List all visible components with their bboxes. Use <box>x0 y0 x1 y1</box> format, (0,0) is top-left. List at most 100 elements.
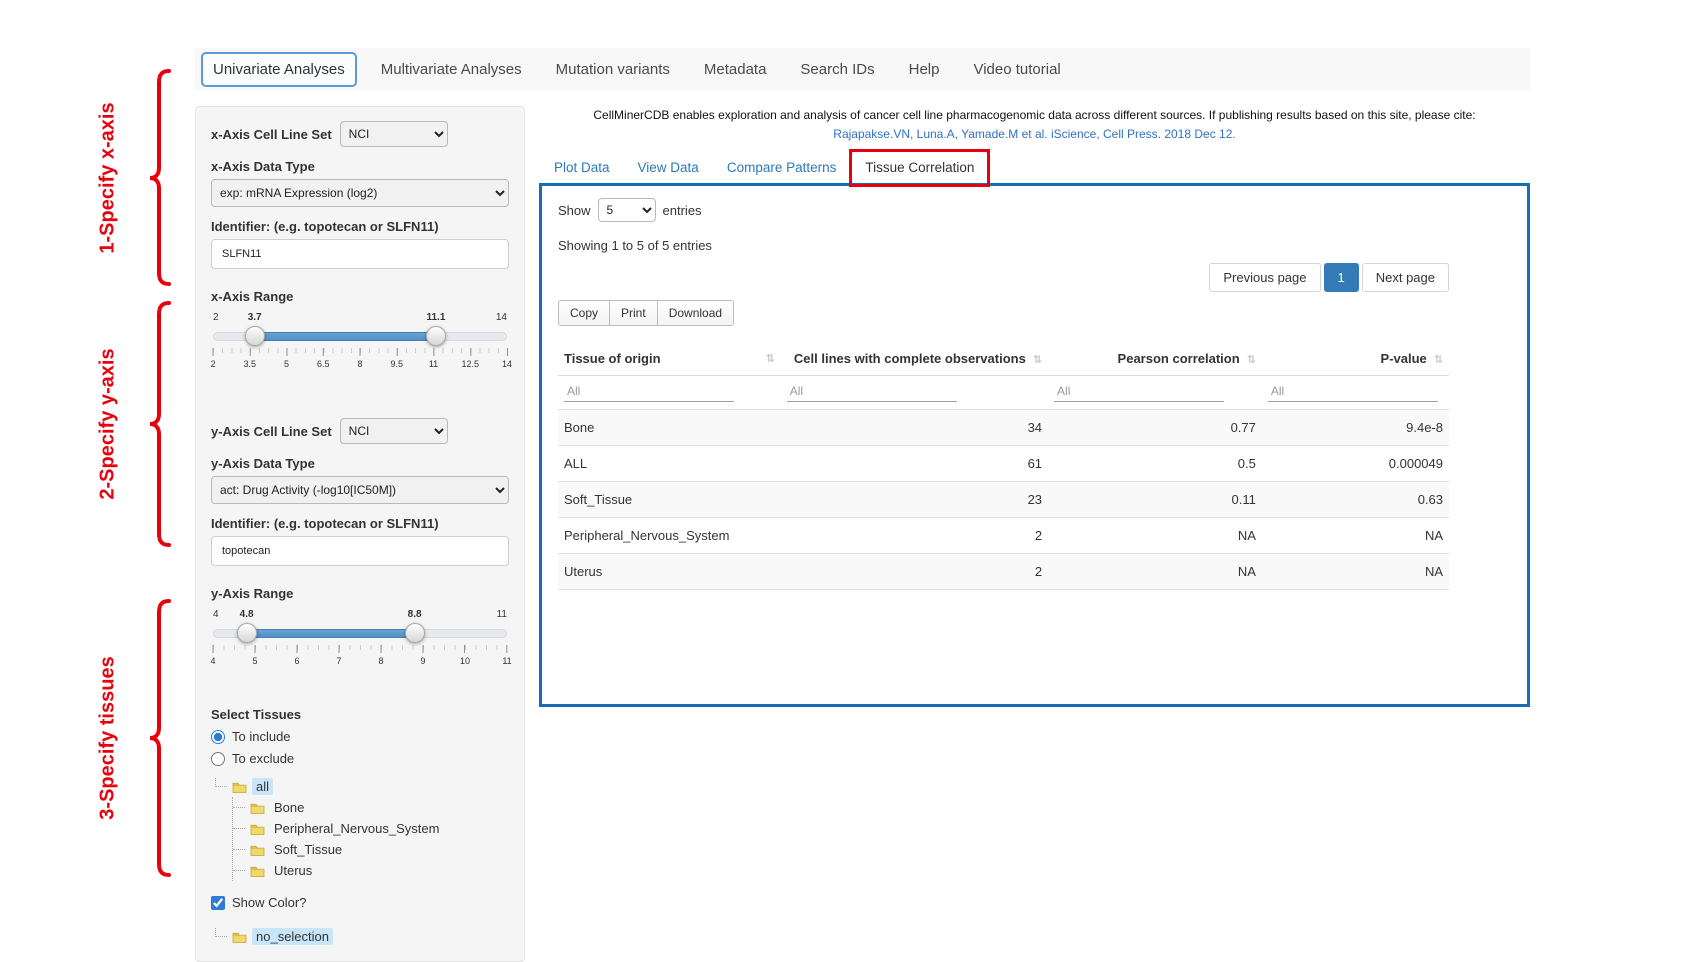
x-identifier-input[interactable] <box>211 239 509 269</box>
slider-handle-from[interactable] <box>237 623 257 643</box>
tree-node-no-selection[interactable]: no_selection <box>215 926 509 947</box>
tick-mark <box>296 645 297 653</box>
filter-input-tissue[interactable] <box>564 381 734 402</box>
x-data-type-select[interactable]: exp: mRNA Expression (log2) <box>211 179 509 207</box>
filter-cell <box>1262 376 1449 410</box>
x-axis-range-slider[interactable]: 2 14 3.7 11.1 2 3.5 5 6.5 8 9.5 11 12.5 … <box>213 312 507 376</box>
tab-search-ids[interactable]: Search IDs <box>790 54 884 85</box>
slider-handle-to[interactable] <box>405 623 425 643</box>
col-header-label: Cell lines with complete observations <box>794 351 1026 366</box>
tree-node-uterus[interactable]: Uterus <box>233 860 509 881</box>
subtab-tissue-correlation-label: Tissue Correlation <box>865 160 974 175</box>
tab-video-tutorial[interactable]: Video tutorial <box>963 54 1070 85</box>
folder-icon <box>250 802 265 814</box>
tab-metadata[interactable]: Metadata <box>694 54 777 85</box>
next-page-button[interactable]: Next page <box>1362 263 1449 292</box>
y-cell-line-set-select[interactable]: NCI <box>340 418 448 444</box>
pagination: Previous page 1 Next page <box>558 263 1449 292</box>
main-nav: Univariate Analyses Multivariate Analyse… <box>195 48 1530 90</box>
tree-node-soft-tissue-label: Soft_Tissue <box>270 841 346 858</box>
annotation-step-1-label: 1-Specify x-axis <box>97 102 120 253</box>
y-axis-range-slider[interactable]: 4 11 4.8 8.8 4 5 6 7 8 9 10 11 <box>213 609 507 673</box>
y-identifier-input[interactable] <box>211 536 509 566</box>
table-row: Uterus 2 NA NA <box>558 554 1449 590</box>
annotation-step-3: 3-Specify tissues <box>90 598 172 878</box>
table-cell: Soft_Tissue <box>558 482 781 518</box>
tick-mark <box>359 348 360 356</box>
tab-multivariate-analyses[interactable]: Multivariate Analyses <box>371 54 532 85</box>
table-cell: 2 <box>781 554 1048 590</box>
col-header-cell-lines[interactable]: Cell lines with complete observations⇅ <box>781 342 1048 376</box>
col-header-pearson-correlation[interactable]: Pearson correlation⇅ <box>1048 342 1262 376</box>
previous-page-button[interactable]: Previous page <box>1209 263 1320 292</box>
table-filter-row <box>558 376 1449 410</box>
selection-tree: no_selection <box>215 926 509 947</box>
x-cell-line-set-select[interactable]: NCI <box>340 121 448 147</box>
tree-connector <box>233 862 245 871</box>
folder-icon <box>250 865 265 877</box>
tree-node-bone[interactable]: Bone <box>233 797 509 818</box>
select-tissues-label: Select Tissues <box>211 707 509 722</box>
table-cell: ALL <box>558 446 781 482</box>
tree-node-uterus-label: Uterus <box>270 862 316 879</box>
tick-mark <box>249 348 250 356</box>
tick-label: 5 <box>284 359 289 369</box>
subtab-tissue-correlation[interactable]: Tissue Correlation <box>851 151 988 183</box>
tick-mark <box>254 645 255 653</box>
x-cell-line-set-label: x-Axis Cell Line Set <box>211 127 332 142</box>
table-cell: 23 <box>781 482 1048 518</box>
citation: CellMinerCDB enables exploration and ana… <box>539 106 1530 143</box>
tab-help[interactable]: Help <box>899 54 950 85</box>
print-button[interactable]: Print <box>609 300 658 326</box>
table-cell: NA <box>1048 554 1262 590</box>
tree-node-all[interactable]: all <box>215 776 509 797</box>
filter-input-pvalue[interactable] <box>1268 381 1438 402</box>
y-identifier-label: Identifier: (e.g. topotecan or SLFN11) <box>211 516 509 531</box>
show-color-checkbox-row[interactable]: Show Color? <box>211 895 509 910</box>
y-data-type-select[interactable]: act: Drug Activity (-log10[IC50M]) <box>211 476 509 504</box>
tree-node-peripheral-nervous-system[interactable]: Peripheral_Nervous_System <box>233 818 509 839</box>
tick-mark <box>380 645 381 653</box>
tab-mutation-variants[interactable]: Mutation variants <box>546 54 680 85</box>
tick-mark <box>396 348 397 356</box>
x-identifier-label: Identifier: (e.g. topotecan or SLFN11) <box>211 219 509 234</box>
tick-mark <box>464 645 465 653</box>
subtab-compare-patterns[interactable]: Compare Patterns <box>714 152 850 183</box>
col-header-p-value[interactable]: P-value⇅ <box>1262 342 1449 376</box>
filter-input-cell-lines[interactable] <box>787 381 957 402</box>
table-cell: 0.11 <box>1048 482 1262 518</box>
table-cell: 2 <box>781 518 1048 554</box>
page-1-button[interactable]: 1 <box>1324 263 1359 292</box>
tree-connector <box>215 928 227 937</box>
copy-button[interactable]: Copy <box>558 300 610 326</box>
tick-label: 2 <box>210 359 215 369</box>
slider-handle-to[interactable] <box>426 326 446 346</box>
slider-handle-from[interactable] <box>245 326 265 346</box>
y-data-type-label: y-Axis Data Type <box>211 456 509 471</box>
radio-to-exclude[interactable]: To exclude <box>211 751 509 766</box>
brace-icon <box>146 300 172 548</box>
tick-label: 4 <box>210 656 215 666</box>
slider-grid: 2 3.5 5 6.5 8 9.5 11 12.5 14 <box>213 348 507 372</box>
radio-to-exclude-input[interactable] <box>211 752 225 766</box>
table-cell: 0.5 <box>1048 446 1262 482</box>
subtab-view-data[interactable]: View Data <box>625 152 712 183</box>
subtab-plot-data[interactable]: Plot Data <box>541 152 623 183</box>
entries-label: entries <box>663 203 702 218</box>
tab-univariate-analyses[interactable]: Univariate Analyses <box>201 52 357 87</box>
citation-link[interactable]: Rajapakse.VN, Luna.A, Yamade.M et al. iS… <box>539 125 1530 144</box>
col-header-tissue-of-origin[interactable]: Tissue of origin⇅ <box>558 342 781 376</box>
download-button[interactable]: Download <box>657 300 734 326</box>
filter-input-pearson[interactable] <box>1054 381 1224 402</box>
show-entries-row: Show 5 entries <box>558 198 1449 222</box>
tick-mark <box>212 645 213 653</box>
tree-node-soft-tissue[interactable]: Soft_Tissue <box>233 839 509 860</box>
slider-tick: 4 <box>210 645 215 666</box>
show-color-checkbox[interactable] <box>211 896 225 910</box>
tissue-tree-children: Bone Peripheral_Nervous_System Soft_Tiss… <box>232 797 509 881</box>
slider-tick: 11 <box>429 348 438 369</box>
radio-to-include[interactable]: To include <box>211 729 509 744</box>
page-length-select[interactable]: 5 <box>598 198 656 222</box>
radio-to-include-input[interactable] <box>211 730 225 744</box>
slider-min-label: 4 <box>213 609 219 620</box>
